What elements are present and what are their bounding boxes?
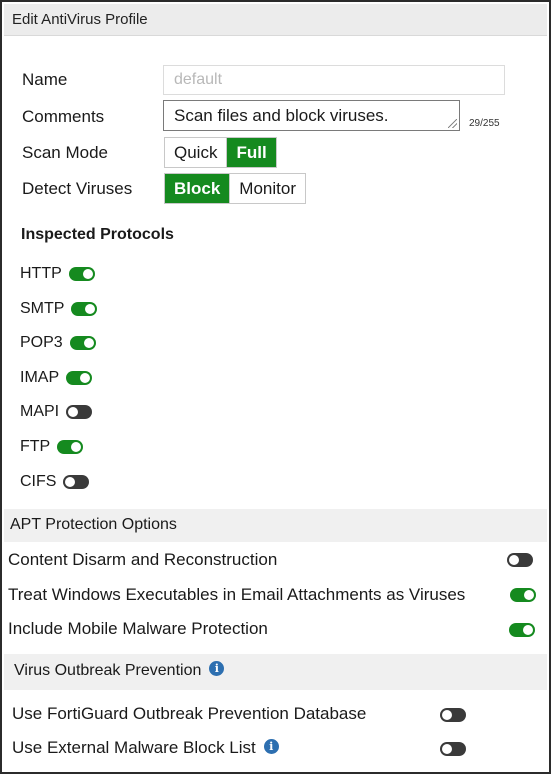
outbreak-section-title-row: Virus Outbreak Prevention i <box>14 661 225 680</box>
protocol-row-http: HTTP <box>20 264 95 284</box>
toggle-knob <box>442 744 452 754</box>
toggle-knob <box>442 710 452 720</box>
toggle-knob <box>80 373 91 383</box>
detect-monitor-button[interactable]: Monitor <box>229 174 305 203</box>
protocol-label: HTTP <box>20 265 62 282</box>
ftp-toggle[interactable] <box>57 440 84 454</box>
scan-mode-full-button[interactable]: Full <box>226 138 276 167</box>
detect-viruses-label: Detect Viruses <box>22 179 133 198</box>
comments-counter: 29/255 <box>469 118 500 129</box>
toggle-knob <box>65 477 76 487</box>
detect-viruses-selector: Block Monitor <box>164 173 306 204</box>
mapi-toggle[interactable] <box>66 405 93 419</box>
scan-mode-selector: Quick Full <box>164 137 277 168</box>
toggle-knob <box>509 555 519 565</box>
outbreak-section-header: Virus Outbreak Prevention i <box>4 654 547 690</box>
apt-section-header: APT Protection Options <box>4 509 547 542</box>
http-toggle[interactable] <box>68 267 95 281</box>
scan-mode-label: Scan Mode <box>22 143 108 162</box>
protocol-label: POP3 <box>20 334 63 351</box>
protocol-label: IMAP <box>20 369 60 386</box>
cifs-toggle[interactable] <box>63 475 90 489</box>
toggle-knob <box>71 442 82 452</box>
imap-toggle[interactable] <box>66 371 93 385</box>
outbreak-section-title: Virus Outbreak Prevention <box>14 662 202 679</box>
protocol-row-ftp: FTP <box>20 437 84 457</box>
antivirus-profile-dialog: Edit AntiVirus Profile Name Comments Sca… <box>0 0 551 774</box>
detect-block-button[interactable]: Block <box>165 174 230 203</box>
toggle-knob <box>85 304 96 314</box>
toggle-knob <box>524 590 534 600</box>
comments-textarea[interactable]: Scan files and block viruses. <box>163 100 460 131</box>
smtp-toggle[interactable] <box>71 302 98 316</box>
content-disarm-label: Content Disarm and Reconstruction <box>8 550 278 569</box>
external-blocklist-toggle[interactable] <box>440 742 466 756</box>
toggle-knob <box>82 269 93 279</box>
treat-executables-label: Treat Windows Executables in Email Attac… <box>8 585 466 604</box>
resize-grip-icon[interactable] <box>448 119 457 128</box>
dialog-title: Edit AntiVirus Profile <box>4 4 547 36</box>
content-disarm-toggle[interactable] <box>507 553 533 567</box>
treat-executables-toggle[interactable] <box>510 588 536 602</box>
pop3-toggle[interactable] <box>69 336 96 350</box>
info-icon[interactable]: i <box>209 661 225 677</box>
fortiguard-outbreak-toggle[interactable] <box>440 708 466 722</box>
inspected-protocols-heading: Inspected Protocols <box>21 226 174 243</box>
comments-label: Comments <box>22 107 105 126</box>
mobile-malware-toggle[interactable] <box>509 623 535 637</box>
protocol-label: CIFS <box>20 473 57 490</box>
protocol-row-cifs: CIFS <box>20 472 90 492</box>
fortiguard-outbreak-label: Use FortiGuard Outbreak Prevention Datab… <box>12 704 367 723</box>
toggle-knob <box>523 625 533 635</box>
comments-text: Scan files and block viruses. <box>174 106 389 125</box>
external-blocklist-label: Use External Malware Block List <box>12 738 256 757</box>
mobile-malware-label: Include Mobile Malware Protection <box>8 619 268 638</box>
toggle-knob <box>83 338 94 348</box>
scan-mode-quick-button[interactable]: Quick <box>165 138 227 167</box>
protocol-label: SMTP <box>20 300 65 317</box>
apt-section-title: APT Protection Options <box>10 516 177 533</box>
toggle-knob <box>68 407 79 417</box>
protocol-row-imap: IMAP <box>20 368 93 388</box>
protocol-label: FTP <box>20 438 51 455</box>
external-blocklist-row: Use External Malware Block List i <box>12 738 279 758</box>
name-label: Name <box>22 70 68 89</box>
info-icon[interactable]: i <box>263 739 279 755</box>
protocol-row-pop3: POP3 <box>20 333 96 353</box>
protocol-row-mapi: MAPI <box>20 402 93 422</box>
protocol-label: MAPI <box>20 403 60 420</box>
name-field[interactable] <box>163 65 505 95</box>
protocol-row-smtp: SMTP <box>20 299 98 319</box>
